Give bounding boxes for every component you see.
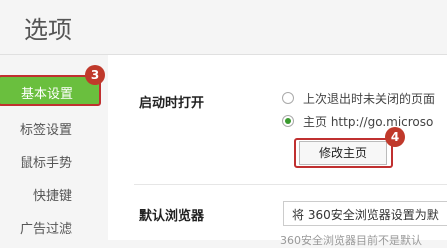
options-header: 选项 — [0, 0, 447, 54]
sidebar: 基本设置 3 标签设置 鼠标手势 快捷键 广告过滤 — [0, 55, 108, 240]
step-badge-3: 3 — [85, 65, 105, 85]
default-browser-section-title: 默认浏览器 — [139, 209, 205, 224]
section-divider — [134, 184, 447, 185]
sidebar-item-shortcuts[interactable]: 快捷键 — [0, 179, 100, 207]
set-default-browser-select[interactable]: 将 360安全浏览器设置为默 — [283, 201, 447, 226]
page-title: 选项 — [24, 16, 72, 44]
sidebar-item-label: 鼠标手势 — [19, 156, 72, 171]
step-badge-4: 4 — [385, 127, 405, 147]
sidebar-item-label: 广告过滤 — [19, 222, 72, 237]
radio-open-homepage[interactable] — [282, 115, 294, 127]
sidebar-item-ad-filter[interactable]: 广告过滤 — [0, 212, 100, 240]
option-homepage-label: 主页 http://go.microso — [303, 115, 434, 129]
sidebar-item-label: 基本设置 — [20, 87, 73, 102]
sidebar-item-mouse-gestures[interactable]: 鼠标手势 — [0, 146, 100, 174]
sidebar-item-label: 标签设置 — [19, 123, 72, 138]
radio-restore-last-session[interactable] — [282, 92, 294, 104]
option-restore-last-session-label: 上次退出时未关闭的页面 — [303, 92, 436, 106]
modify-home-button[interactable]: 修改主页 — [299, 141, 387, 165]
startup-section-title: 启动时打开 — [139, 96, 205, 111]
sidebar-item-tab-settings[interactable]: 标签设置 — [0, 113, 100, 141]
sidebar-item-label: 快捷键 — [32, 189, 72, 204]
default-browser-hint: 360安全浏览器目前不是默认 — [280, 234, 422, 247]
